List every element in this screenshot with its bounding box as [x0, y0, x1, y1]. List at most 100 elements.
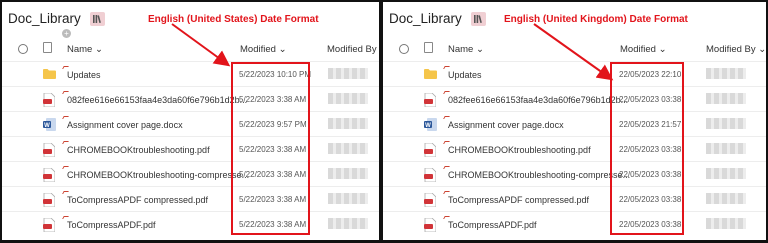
list-item[interactable]: CHROMEBOOKtroubleshooting.pdf 22/05/2023 … — [383, 136, 766, 161]
pdf-icon — [43, 192, 56, 209]
new-item-icon — [62, 141, 69, 144]
pdf-icon — [424, 142, 437, 159]
file-type-icon[interactable] — [424, 42, 433, 53]
new-item-icon — [443, 141, 450, 144]
list-item[interactable]: ToCompressAPDF compressed.pdf 22/05/2023 … — [383, 186, 766, 211]
highlight-box — [231, 62, 310, 235]
file-name[interactable]: ToCompressAPDF.pdf — [67, 220, 156, 230]
new-item-icon — [443, 216, 450, 219]
pdf-icon — [424, 217, 437, 234]
modified-by-redacted — [706, 218, 746, 229]
document-library-us: Doc_Library + English (United States) Da… — [2, 2, 379, 240]
chevron-down-icon: ⌄ — [475, 44, 484, 55]
new-item-icon — [443, 66, 450, 69]
file-name[interactable]: CHROMEBOOKtroubleshooting.pdf — [448, 145, 591, 155]
chevron-down-icon: ⌄ — [758, 44, 766, 55]
chevron-down-icon: ⌄ — [658, 44, 667, 55]
file-name[interactable]: ToCompressAPDF compressed.pdf — [448, 195, 589, 205]
pdf-icon — [43, 92, 56, 109]
file-name[interactable]: 082fee616e66153faa4e3da60f6e796b1d2b... — [448, 95, 628, 105]
column-modified[interactable]: Modified ⌄ — [240, 44, 287, 55]
modified-by-redacted — [328, 168, 368, 179]
folder-icon — [424, 68, 437, 81]
column-header-row: Name ⌄ Modified ⌄ Modified By ⌄ — [2, 41, 379, 59]
new-item-icon — [62, 116, 69, 119]
highlight-box — [610, 62, 684, 235]
chevron-down-icon: ⌄ — [278, 44, 287, 55]
column-modified[interactable]: Modified ⌄ — [620, 44, 667, 55]
list-item[interactable]: W Assignment cover page.docx 22/05/2023 21… — [383, 111, 766, 136]
list-item[interactable]: ToCompressAPDF.pdf 22/05/2023 03:38 — [383, 211, 766, 236]
library-icon[interactable] — [90, 12, 105, 26]
file-name[interactable]: ToCompressAPDF compressed.pdf — [67, 195, 208, 205]
modified-by-redacted — [706, 193, 746, 204]
list-item[interactable]: CHROMEBOOKtroubleshooting-compresse... 5/… — [2, 161, 379, 186]
file-name[interactable]: CHROMEBOOKtroubleshooting-compresse... — [67, 170, 249, 180]
library-title[interactable]: Doc_Library — [389, 11, 462, 26]
new-item-icon — [62, 66, 69, 69]
new-item-icon — [62, 191, 69, 194]
modified-by-redacted — [328, 193, 368, 204]
column-name[interactable]: Name ⌄ — [67, 44, 103, 55]
list-item[interactable]: 082fee616e66153faa4e3da60f6e796b1d2b... 5… — [2, 86, 379, 111]
file-name[interactable]: CHROMEBOOKtroubleshooting.pdf — [67, 145, 210, 155]
modified-by-redacted — [328, 218, 368, 229]
file-name[interactable]: Updates — [448, 70, 482, 80]
modified-by-redacted — [706, 168, 746, 179]
column-name[interactable]: Name ⌄ — [448, 44, 484, 55]
modified-by-redacted — [706, 143, 746, 154]
new-item-icon — [443, 116, 450, 119]
list-item[interactable]: Updates 5/22/2023 10:10 PM — [2, 61, 379, 86]
new-item-icon — [443, 191, 450, 194]
annotation-label: English (United Kingdom) Date Format — [504, 14, 688, 25]
select-all-icon[interactable] — [399, 44, 409, 54]
pdf-icon — [43, 142, 56, 159]
list-item[interactable]: Updates 22/05/2023 22:10 — [383, 61, 766, 86]
word-icon: W — [43, 118, 56, 133]
new-item-icon — [443, 166, 450, 169]
file-name[interactable]: 082fee616e66153faa4e3da60f6e796b1d2b... — [67, 95, 247, 105]
pdf-icon — [43, 217, 56, 234]
add-icon[interactable]: + — [62, 29, 71, 38]
modified-by-redacted — [706, 93, 746, 104]
select-all-icon[interactable] — [18, 44, 28, 54]
list-item[interactable]: ToCompressAPDF.pdf 5/22/2023 3:38 AM — [2, 211, 379, 236]
modified-by-redacted — [706, 68, 746, 79]
new-item-icon — [62, 166, 69, 169]
modified-by-redacted — [328, 143, 368, 154]
pdf-icon — [424, 192, 437, 209]
annotation-label: English (United States) Date Format — [148, 14, 319, 25]
column-modified-by[interactable]: Modified By ⌄ — [327, 44, 379, 55]
svg-text:W: W — [425, 123, 431, 129]
list-item[interactable]: CHROMEBOOKtroubleshooting-compresse... 22… — [383, 161, 766, 186]
pdf-icon — [424, 92, 437, 109]
pdf-icon — [424, 167, 437, 184]
new-item-icon — [62, 91, 69, 94]
modified-by-redacted — [328, 68, 368, 79]
column-modified-by[interactable]: Modified By ⌄ — [706, 44, 766, 55]
chevron-down-icon: ⌄ — [94, 44, 103, 55]
new-item-icon — [443, 91, 450, 94]
modified-by-redacted — [706, 118, 746, 129]
document-library-uk: Doc_Library English (United Kingdom) Dat… — [383, 2, 766, 240]
file-type-icon[interactable] — [43, 42, 52, 53]
word-icon: W — [424, 118, 437, 133]
new-item-icon — [62, 216, 69, 219]
list-item[interactable]: CHROMEBOOKtroubleshooting.pdf 5/22/2023 3… — [2, 136, 379, 161]
file-name[interactable]: Assignment cover page.docx — [448, 120, 564, 130]
modified-by-redacted — [328, 93, 368, 104]
modified-by-redacted — [328, 118, 368, 129]
file-name[interactable]: Assignment cover page.docx — [67, 120, 183, 130]
file-name[interactable]: Updates — [67, 70, 101, 80]
pdf-icon — [43, 167, 56, 184]
library-title[interactable]: Doc_Library — [8, 11, 81, 26]
file-name[interactable]: CHROMEBOOKtroubleshooting-compresse... — [448, 170, 630, 180]
file-name[interactable]: ToCompressAPDF.pdf — [448, 220, 537, 230]
svg-text:W: W — [44, 123, 50, 129]
folder-icon — [43, 68, 56, 81]
list-item[interactable]: ToCompressAPDF compressed.pdf 5/22/2023 3… — [2, 186, 379, 211]
list-item[interactable]: W Assignment cover page.docx 5/22/2023 9:5… — [2, 111, 379, 136]
list-item[interactable]: 082fee616e66153faa4e3da60f6e796b1d2b... 2… — [383, 86, 766, 111]
library-icon[interactable] — [471, 12, 486, 26]
column-header-row: Name ⌄ Modified ⌄ Modified By ⌄ — [383, 41, 766, 59]
